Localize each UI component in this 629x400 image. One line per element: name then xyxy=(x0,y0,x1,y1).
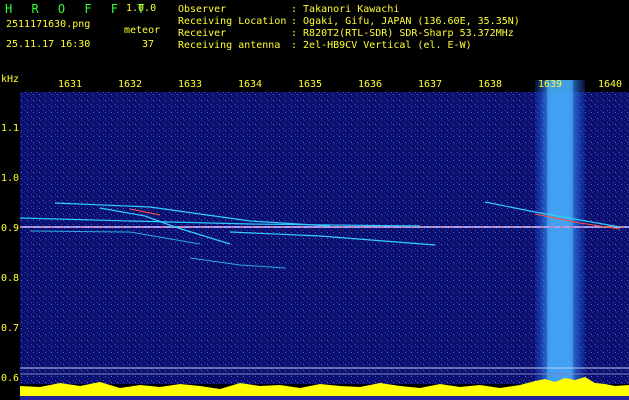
antenna-value: : 2el-HB9CV Vertical (el. E-W) xyxy=(291,40,472,51)
header-panel: H R O F F T 1.0.0 2511171630.png 25.11.1… xyxy=(0,0,629,74)
x-tick-label: 1639 xyxy=(538,79,563,90)
app-version: 1.0.0 xyxy=(126,3,157,14)
timestamp: 25.11.17 16:30 xyxy=(6,39,91,50)
info-key: Receiving antenna xyxy=(178,40,281,51)
y-tick-label: 1.0 xyxy=(1,173,20,184)
x-tick-label: 1638 xyxy=(478,79,503,90)
y-tick-label: 0.8 xyxy=(1,273,20,284)
info-key: Receiving Location xyxy=(178,16,287,27)
x-tick-label: 1636 xyxy=(358,79,383,90)
level-bar-gap xyxy=(20,396,629,400)
x-tick-label: 1631 xyxy=(58,79,83,90)
x-tick-label: 1640 xyxy=(598,79,623,90)
receiver-value: : R820T2(RTL-SDR) SDR-Sharp 53.372MHz xyxy=(291,28,514,39)
y-tick-label: 0.6 xyxy=(1,373,20,384)
info-key: Observer xyxy=(178,4,227,15)
meteor-count: 37 xyxy=(141,39,154,50)
info-key: Receiver xyxy=(178,28,227,39)
file-name: 2511171630.png xyxy=(6,19,91,30)
x-tick-label: 1637 xyxy=(418,79,443,90)
x-tick-label: 1634 xyxy=(238,79,263,90)
x-tick-label: 1633 xyxy=(178,79,203,90)
x-tick-label: 1635 xyxy=(298,79,323,90)
noise-band-core xyxy=(547,80,573,384)
x-tick-label: 1632 xyxy=(118,79,143,90)
observer-value: : Takanori Kawachi xyxy=(291,4,400,15)
info-keys: Observer Receiving Location Receiver Rec… xyxy=(178,4,286,52)
location-value: : Ogaki, Gifu, JAPAN (136.60E, 35.35N) xyxy=(291,16,520,27)
y-tick-label: 0.9 xyxy=(1,223,20,234)
meteor-label: meteor xyxy=(124,25,161,36)
axis-unit-label: kHz xyxy=(1,74,20,85)
info-values: : Takanori Kawachi : Ogaki, Gifu, JAPAN … xyxy=(291,4,520,52)
y-tick-label: 1.1 xyxy=(1,123,20,134)
y-tick-label: 0.7 xyxy=(1,323,20,334)
